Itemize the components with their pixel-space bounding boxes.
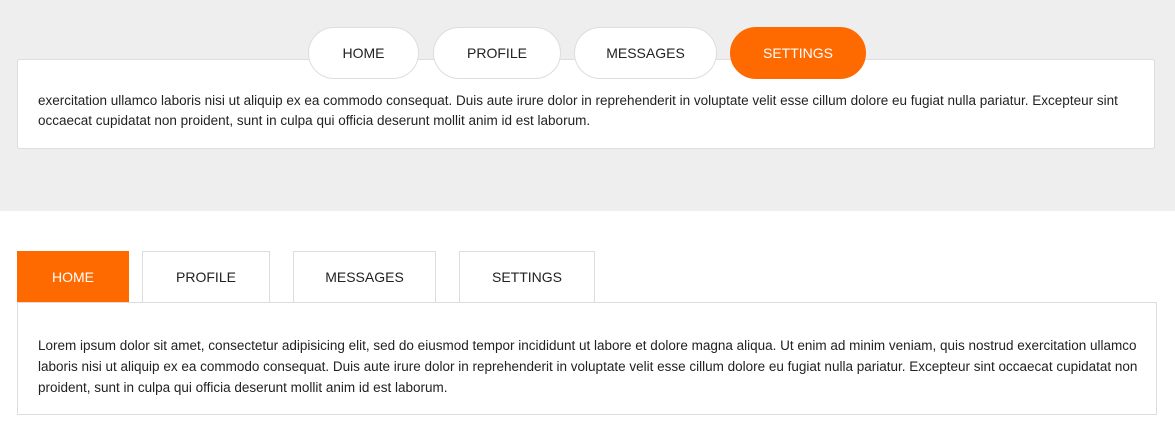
square-tab-settings[interactable]: SETTINGS (459, 251, 595, 303)
square-tab-profile[interactable]: PROFILE (142, 251, 270, 303)
pill-tab-content-text: exercitation ullamco laboris nisi ut ali… (38, 93, 1118, 128)
pill-tab-messages[interactable]: MESSAGES (574, 27, 717, 79)
pill-tab-settings[interactable]: SETTINGS (730, 27, 866, 79)
pill-tabs-section: exercitation ullamco laboris nisi ut ali… (0, 0, 1175, 211)
square-tab-home[interactable]: HOME (17, 251, 129, 303)
square-tab-bar: HOME PROFILE MESSAGES SETTINGS (0, 251, 1175, 303)
pill-tab-profile[interactable]: PROFILE (433, 27, 561, 79)
square-tab-content-text: Lorem ipsum dolor sit amet, consectetur … (38, 338, 1138, 395)
pill-tab-home[interactable]: HOME (308, 27, 419, 79)
square-tab-content-panel: Lorem ipsum dolor sit amet, consectetur … (17, 302, 1157, 415)
pill-tab-bar: HOME PROFILE MESSAGES SETTINGS (0, 27, 1175, 79)
square-tab-messages[interactable]: MESSAGES (293, 251, 436, 303)
